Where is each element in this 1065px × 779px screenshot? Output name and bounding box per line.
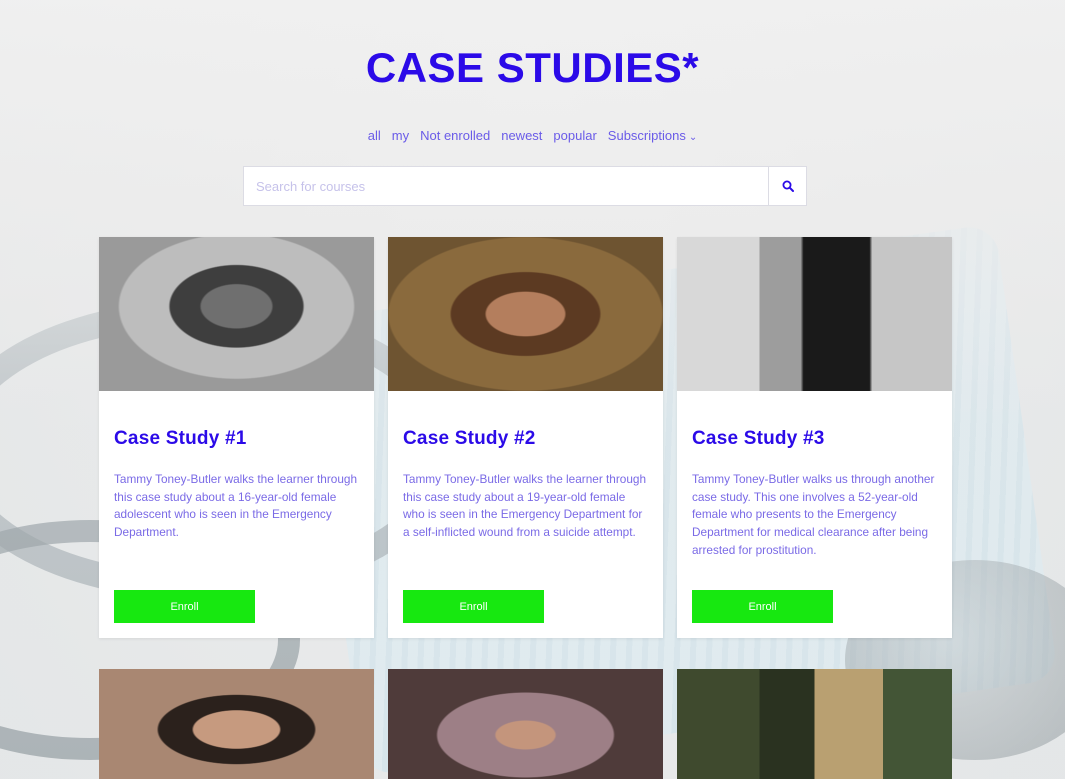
course-image[interactable] xyxy=(99,237,374,391)
course-title[interactable]: Case Study #1 xyxy=(114,428,359,450)
course-description: Tammy Toney-Butler walks the learner thr… xyxy=(114,472,358,540)
portrait-photo xyxy=(677,669,952,779)
filter-popular[interactable]: popular xyxy=(553,128,596,143)
filter-my[interactable]: my xyxy=(392,128,409,143)
filter-all[interactable]: all xyxy=(368,128,381,143)
course-image[interactable] xyxy=(677,237,952,391)
portrait-photo xyxy=(99,237,374,391)
portrait-photo xyxy=(388,237,663,391)
enroll-button[interactable]: Enroll xyxy=(403,590,544,623)
enroll-button[interactable]: Enroll xyxy=(692,590,833,623)
course-title[interactable]: Case Study #3 xyxy=(692,428,937,450)
filter-not-enrolled[interactable]: Not enrolled xyxy=(420,128,490,143)
subscriptions-dropdown[interactable]: Subscriptions ⌄ xyxy=(608,128,697,143)
enroll-button[interactable]: Enroll xyxy=(114,590,255,623)
course-image[interactable] xyxy=(99,669,374,779)
search-bar xyxy=(243,166,807,206)
course-image[interactable] xyxy=(677,669,952,779)
subscriptions-label: Subscriptions xyxy=(607,128,686,143)
search-button[interactable] xyxy=(768,167,806,205)
course-filters: all my Not enrolled newest popular Subsc… xyxy=(0,128,1065,143)
course-card[interactable]: Case Study #1 Tammy Toney-Butler walks t… xyxy=(99,237,374,638)
portrait-photo xyxy=(388,669,663,779)
filter-newest[interactable]: newest xyxy=(501,128,542,143)
portrait-photo xyxy=(99,669,374,779)
course-image[interactable] xyxy=(388,669,663,779)
course-title[interactable]: Case Study #2 xyxy=(403,428,648,450)
course-image[interactable] xyxy=(388,237,663,391)
portrait-photo xyxy=(677,237,952,391)
chevron-down-icon: ⌄ xyxy=(688,131,698,143)
search-icon xyxy=(782,180,794,192)
course-card[interactable]: Case Study #3 Tammy Toney-Butler walks u… xyxy=(677,237,952,638)
course-description: Tammy Toney-Butler walks the learner thr… xyxy=(403,472,647,540)
course-description: Tammy Toney-Butler walks us through anot… xyxy=(692,472,935,557)
page-title: CASE STUDIES* xyxy=(365,44,700,91)
search-input[interactable] xyxy=(244,167,768,205)
course-card[interactable]: Case Study #2 Tammy Toney-Butler walks t… xyxy=(388,237,663,638)
